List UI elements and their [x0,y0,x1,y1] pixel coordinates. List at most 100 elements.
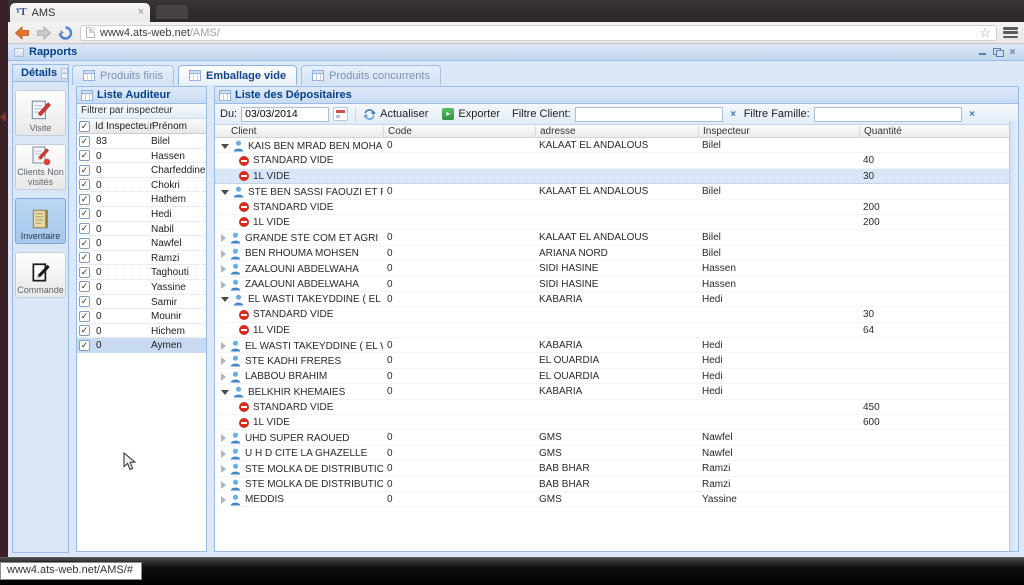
window-minimize-icon[interactable] [977,47,988,58]
auditor-row[interactable]: ✓0Hathem [77,192,206,207]
auditor-row[interactable]: ✓0Ramzi [77,251,206,266]
auditor-row[interactable]: ✓0Mounir [77,309,206,324]
auditor-row[interactable]: ✓0Hichem [77,324,206,339]
clear-family-filter-icon[interactable]: × [966,108,979,121]
new-tab-button[interactable] [156,5,188,19]
reload-button[interactable] [58,26,74,40]
auditor-grid-header[interactable]: ✓ Id Inspecteur Prénom [77,119,206,134]
window-close-icon[interactable]: × [1007,47,1018,58]
select-all-checkbox[interactable]: ✓ [79,121,90,132]
date-input[interactable] [241,107,329,122]
filter-family-input[interactable] [814,107,962,122]
client-row[interactable]: STE KADHI FRERES0EL OUARDIAHedi [215,353,1018,368]
client-row[interactable]: U H D CITE LA GHAZELLE0GMSNawfel [215,446,1018,461]
auditor-row[interactable]: ✓0Hassen [77,149,206,164]
package-row[interactable]: 1L VIDE64 [215,323,1018,338]
auditor-row[interactable]: ✓0Yassine [77,280,206,295]
back-button[interactable] [14,26,30,40]
client-row[interactable]: BELKHIR KHEMAIES0KABARIAHedi [215,384,1018,399]
expand-arrow-icon[interactable] [221,373,226,381]
client-row[interactable]: GRANDE STE COM ET AGRI0KALAAT EL ANDALOU… [215,230,1018,245]
row-checkbox[interactable]: ✓ [79,150,90,161]
column-header-quantite[interactable]: Quantité [859,126,902,137]
client-row[interactable]: UHD SUPER RAOUED0GMSNawfel [215,430,1018,445]
expand-arrow-icon[interactable] [221,496,226,504]
expand-arrow-icon[interactable] [221,450,226,458]
tab-produits-finis[interactable]: Produits finis [72,65,174,85]
row-checkbox[interactable]: ✓ [79,179,90,190]
row-checkbox[interactable]: ✓ [79,194,90,205]
export-button[interactable]: Exporter [458,108,500,120]
package-row[interactable]: 1L VIDE30 [215,169,1018,184]
column-header-adresse[interactable]: adresse [535,126,576,137]
row-checkbox[interactable]: ✓ [79,223,90,234]
row-checkbox[interactable]: ✓ [79,296,90,307]
auditor-row[interactable]: ✓0Hedi [77,207,206,222]
column-header-id[interactable]: Id Inspecteur [95,121,153,132]
auditor-row[interactable]: ✓0Chokri [77,178,206,193]
expand-arrow-icon[interactable] [221,250,226,258]
expand-arrow-icon[interactable] [221,465,226,473]
calendar-icon[interactable] [333,107,348,121]
auditor-row[interactable]: ✓0Charfeddine [77,163,206,178]
row-checkbox[interactable]: ✓ [79,267,90,278]
depositaires-grid-header[interactable]: Client Code adresse Inspecteur Quantité [215,125,1018,138]
nav-button-clients-non-visites[interactable]: Clients Non visités [15,144,66,190]
auditor-row[interactable]: ✓0Nawfel [77,236,206,251]
nav-button-commande[interactable]: Commande [15,252,66,298]
browser-tab-ams[interactable]: ᵀT AMS × [10,3,150,22]
client-row[interactable]: MEDDIS0GMSYassine [215,492,1018,507]
client-row[interactable]: STE MOLKA DE DISTRIBUTION DE B0BAB BHARR… [215,461,1018,476]
expand-arrow-icon[interactable] [221,434,226,442]
auditor-row[interactable]: ✓0Taghouti [77,265,206,280]
expand-arrow-icon[interactable] [221,281,226,289]
collapse-panel-icon[interactable]: − [61,68,68,79]
expand-arrow-icon[interactable] [221,234,226,242]
expand-arrow-icon[interactable] [221,342,226,350]
clear-client-filter-icon[interactable]: × [727,108,740,121]
column-header-inspecteur[interactable]: Inspecteur [698,126,750,137]
nav-button-visite[interactable]: Visite [15,90,66,136]
client-row[interactable]: STE BEN SASSI FAOUZI ET FRERES0KALAAT EL… [215,184,1018,199]
refresh-button[interactable]: Actualiser [380,108,428,120]
tab-produits-concurrents[interactable]: Produits concurrents [301,65,441,85]
package-row[interactable]: 1L VIDE600 [215,415,1018,430]
row-checkbox[interactable]: ✓ [79,281,90,292]
forward-button[interactable] [36,26,52,40]
client-row[interactable]: LABBOU BRAHIM0EL OUARDIAHedi [215,369,1018,384]
row-checkbox[interactable]: ✓ [79,311,90,322]
address-bar[interactable]: www4.ats-web.net/AMS/ ☆ [80,25,997,41]
bookmark-star-icon[interactable]: ☆ [979,26,991,39]
client-row[interactable]: ZAALOUNI ABDELWAHA0SIDI HASINEHassen [215,277,1018,292]
tab-emballage-vide[interactable]: Emballage vide [178,65,297,85]
package-row[interactable]: STANDARD VIDE40 [215,153,1018,168]
row-checkbox[interactable]: ✓ [79,165,90,176]
collapse-arrow-icon[interactable] [221,390,229,395]
client-row[interactable]: EL WASTI TAKEYDDINE ( EL WASTI0KABARIAHe… [215,338,1018,353]
row-checkbox[interactable]: ✓ [79,325,90,336]
client-row[interactable]: STE MOLKA DE DISTRIBUTION DE B0BAB BHARR… [215,477,1018,492]
client-row[interactable]: ZAALOUNI ABDELWAHA0SIDI HASINEHassen [215,261,1018,276]
row-checkbox[interactable]: ✓ [79,238,90,249]
column-header-prenom[interactable]: Prénom [148,121,187,132]
column-header-code[interactable]: Code [383,126,412,137]
auditor-row[interactable]: ✓0Samir [77,295,206,310]
package-row[interactable]: STANDARD VIDE200 [215,200,1018,215]
filter-client-input[interactable] [575,107,723,122]
collapse-arrow-icon[interactable] [221,190,229,195]
client-row[interactable]: KAIS BEN MRAD BEN MOHAMED0KALAAT EL ANDA… [215,138,1018,153]
nav-button-inventaire[interactable]: Inventaire [15,198,66,244]
auditor-row[interactable]: ✓0Nabil [77,222,206,237]
expand-arrow-icon[interactable] [221,357,226,365]
window-restore-icon[interactable] [992,47,1003,58]
expand-arrow-icon[interactable] [221,265,226,273]
row-checkbox[interactable]: ✓ [79,208,90,219]
client-row[interactable]: BEN RHOUMA MOHSEN0ARIANA NORDBilel [215,246,1018,261]
row-checkbox[interactable]: ✓ [79,252,90,263]
column-header-client[interactable]: Client [227,126,257,137]
package-row[interactable]: STANDARD VIDE30 [215,307,1018,322]
refresh-icon[interactable] [363,108,376,121]
export-excel-icon[interactable]: ▸ [442,108,454,120]
client-row[interactable]: EL WASTI TAKEYDDINE ( EL WASTI0KABARIAHe… [215,292,1018,307]
vertical-scrollbar[interactable] [1009,121,1018,551]
